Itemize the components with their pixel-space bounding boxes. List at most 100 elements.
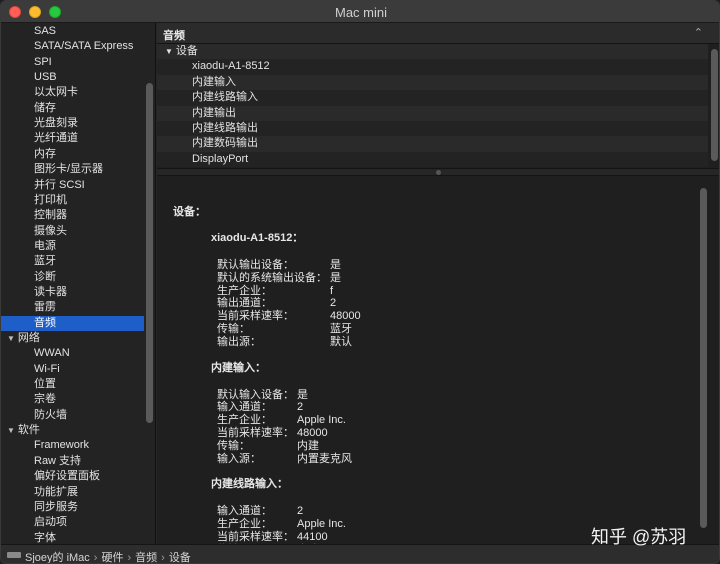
breadcrumb-item[interactable]: 音频 [135, 552, 157, 563]
sidebar-item[interactable]: 偏好设置面板 [1, 469, 144, 484]
property-key: 当前采样速率： [217, 427, 294, 439]
tree-scrollbar[interactable] [711, 49, 718, 161]
sidebar-item[interactable]: Framework [1, 438, 144, 453]
tree-row[interactable]: 内建输入 [157, 74, 708, 91]
property-key: 传输： [217, 439, 250, 452]
tree-row-label: DisplayPort [192, 152, 249, 165]
sidebar-item-label: 打印机 [34, 193, 67, 206]
sidebar-item-label: 字体 [34, 531, 56, 544]
detail-pane: 设备： xiaodu-A1-8512： 默认输出设备：是默认的系统输出设备：是生产企… [157, 176, 719, 544]
property-value: 蓝牙 [330, 323, 352, 335]
sidebar-item[interactable]: 以太网卡 [1, 85, 144, 100]
tree-row[interactable]: xiaodu-A1-8512 [157, 59, 708, 75]
property-value: Apple Inc. [297, 414, 346, 427]
sidebar-item[interactable]: 打印机 [1, 193, 144, 208]
sidebar-group[interactable]: ▼ 网络 [1, 331, 144, 346]
tree-row[interactable]: 内建输出 [157, 105, 708, 121]
sidebar-item-label: 偏好设置面板 [34, 470, 100, 483]
sidebar-item-label: 位置 [34, 378, 56, 391]
sidebar-item-label: Raw 支持 [34, 454, 82, 467]
split-divider[interactable] [157, 168, 719, 176]
tree-row[interactable]: DisplayPort [157, 151, 708, 168]
sidebar-item[interactable]: WWAN [1, 346, 144, 361]
sidebar-item-label: 光纤通道 [34, 132, 78, 145]
computer-icon [7, 552, 21, 558]
sidebar-item-label: 蓝牙 [34, 255, 56, 268]
tree-row[interactable]: 内建数码输出 [157, 136, 708, 152]
breadcrumb-item[interactable]: Sjoey的 iMac [25, 552, 90, 563]
sidebar-scrollbar[interactable] [146, 83, 153, 423]
property-value: Apple Inc. [297, 518, 346, 531]
sidebar-item[interactable]: SPI [1, 55, 144, 70]
property-value: 内建 [297, 439, 319, 452]
divider-handle-icon[interactable] [436, 170, 441, 175]
detail-heading: 设备： [173, 206, 206, 218]
property-key: 当前采样速率： [217, 531, 294, 543]
section-title: 内建输入： [211, 361, 266, 374]
sidebar-item-label: USB [34, 71, 57, 84]
sidebar-item[interactable]: 光盘刻录 [1, 116, 144, 131]
property-value: f [330, 284, 334, 297]
device-tree: ▼ 设备 xiaodu-A1-8512 内建输入 内建线路输入 内建输出 内建线路输出 内建数… [157, 44, 719, 168]
chevron-right-icon: › [127, 552, 132, 564]
property-key: 当前采样速率： [217, 310, 294, 323]
sidebar-item-label: 防火墙 [34, 408, 67, 421]
sidebar-item-label: 启动项 [34, 516, 67, 529]
property-value: 是 [330, 259, 341, 271]
sidebar-item[interactable]: 同步服务 [1, 500, 144, 515]
sidebar-item[interactable]: SAS [1, 24, 144, 39]
sidebar-item[interactable]: 摄像头 [1, 224, 144, 239]
sidebar-group[interactable]: ▼ 软件 [1, 423, 144, 438]
sidebar-item[interactable]: SATA/SATA Express [1, 39, 144, 54]
watermark: 知乎 @苏羽 [591, 527, 687, 547]
title-bar[interactable]: Mac mini [1, 1, 719, 23]
window-title: Mac mini [334, 5, 387, 20]
breadcrumb-item[interactable]: 设备 [169, 552, 191, 563]
sidebar-item-label: 并行 SCSI [34, 178, 85, 191]
sidebar-item[interactable]: 图形卡/显示器 [1, 162, 144, 177]
property-value: 是 [330, 271, 341, 284]
sidebar-item[interactable]: 字体 [1, 531, 144, 544]
sidebar-item-label: Wi-Fi [34, 362, 60, 375]
sidebar-item[interactable]: 诊断 [1, 270, 144, 285]
property-value: 48000 [297, 427, 328, 439]
sidebar-item[interactable]: 启动项 [1, 515, 144, 530]
sidebar-item[interactable]: 并行 SCSI [1, 178, 144, 193]
list-header[interactable]: 音频 ⌃ [157, 23, 719, 44]
disclosure-triangle-icon[interactable]: ▼ [165, 47, 173, 56]
sidebar-item[interactable]: USB [1, 70, 144, 85]
main-content: 音频 ⌃ ▼ 设备 xiaodu-A1-8512 内建输入 内建线路输入 内建输出 内建线路… [157, 23, 719, 544]
tree-row-label: 内建输出 [192, 106, 236, 119]
tree-row[interactable]: 内建线路输出 [157, 121, 708, 137]
sidebar-item[interactable]: 光纤通道 [1, 131, 144, 146]
sidebar-item[interactable]: 功能扩展 [1, 485, 144, 500]
sidebar-item[interactable]: 读卡器 [1, 285, 144, 300]
tree-group-row[interactable]: ▼ 设备 [157, 44, 708, 60]
sidebar-item-label: 图形卡/显示器 [34, 163, 104, 176]
tree-row[interactable]: 内建线路输入 [157, 90, 708, 106]
breadcrumb: Sjoey的 iMac › 硬件 › 音频 › 设备 [25, 549, 191, 564]
sidebar-item[interactable]: Raw 支持 [1, 454, 144, 469]
sidebar-item[interactable]: 防火墙 [1, 408, 144, 423]
sidebar-item[interactable]: 内存 [1, 147, 144, 162]
sidebar-item[interactable]: 电源 [1, 239, 144, 254]
property-value: 是 [297, 388, 308, 401]
chevron-up-icon[interactable]: ⌃ [694, 26, 703, 39]
tree-row-label: 设备 [175, 45, 198, 57]
sidebar-item[interactable]: 控制器 [1, 208, 144, 223]
detail-scrollbar[interactable] [700, 188, 707, 528]
sidebar-item-label: 以太网卡 [34, 86, 78, 99]
sidebar-item[interactable]: 储存 [1, 101, 144, 116]
sidebar-item-label: 音频 [34, 316, 56, 329]
chevron-right-icon: › [93, 552, 98, 564]
sidebar-item[interactable]: 宗卷 [1, 392, 144, 407]
sidebar-item[interactable]: 蓝牙 [1, 254, 144, 269]
sidebar-item[interactable]: 位置 [1, 377, 144, 392]
sidebar-item[interactable]: 雷雳 [1, 300, 144, 315]
property-key: 传输： [217, 323, 250, 335]
sidebar-item[interactable]: 音频 [1, 315, 144, 331]
sidebar-item[interactable]: Wi-Fi [1, 362, 144, 377]
breadcrumb-item[interactable]: 硬件 [101, 552, 123, 563]
disclosure-triangle-icon[interactable]: ▼ [7, 423, 15, 438]
disclosure-triangle-icon[interactable]: ▼ [7, 331, 15, 346]
